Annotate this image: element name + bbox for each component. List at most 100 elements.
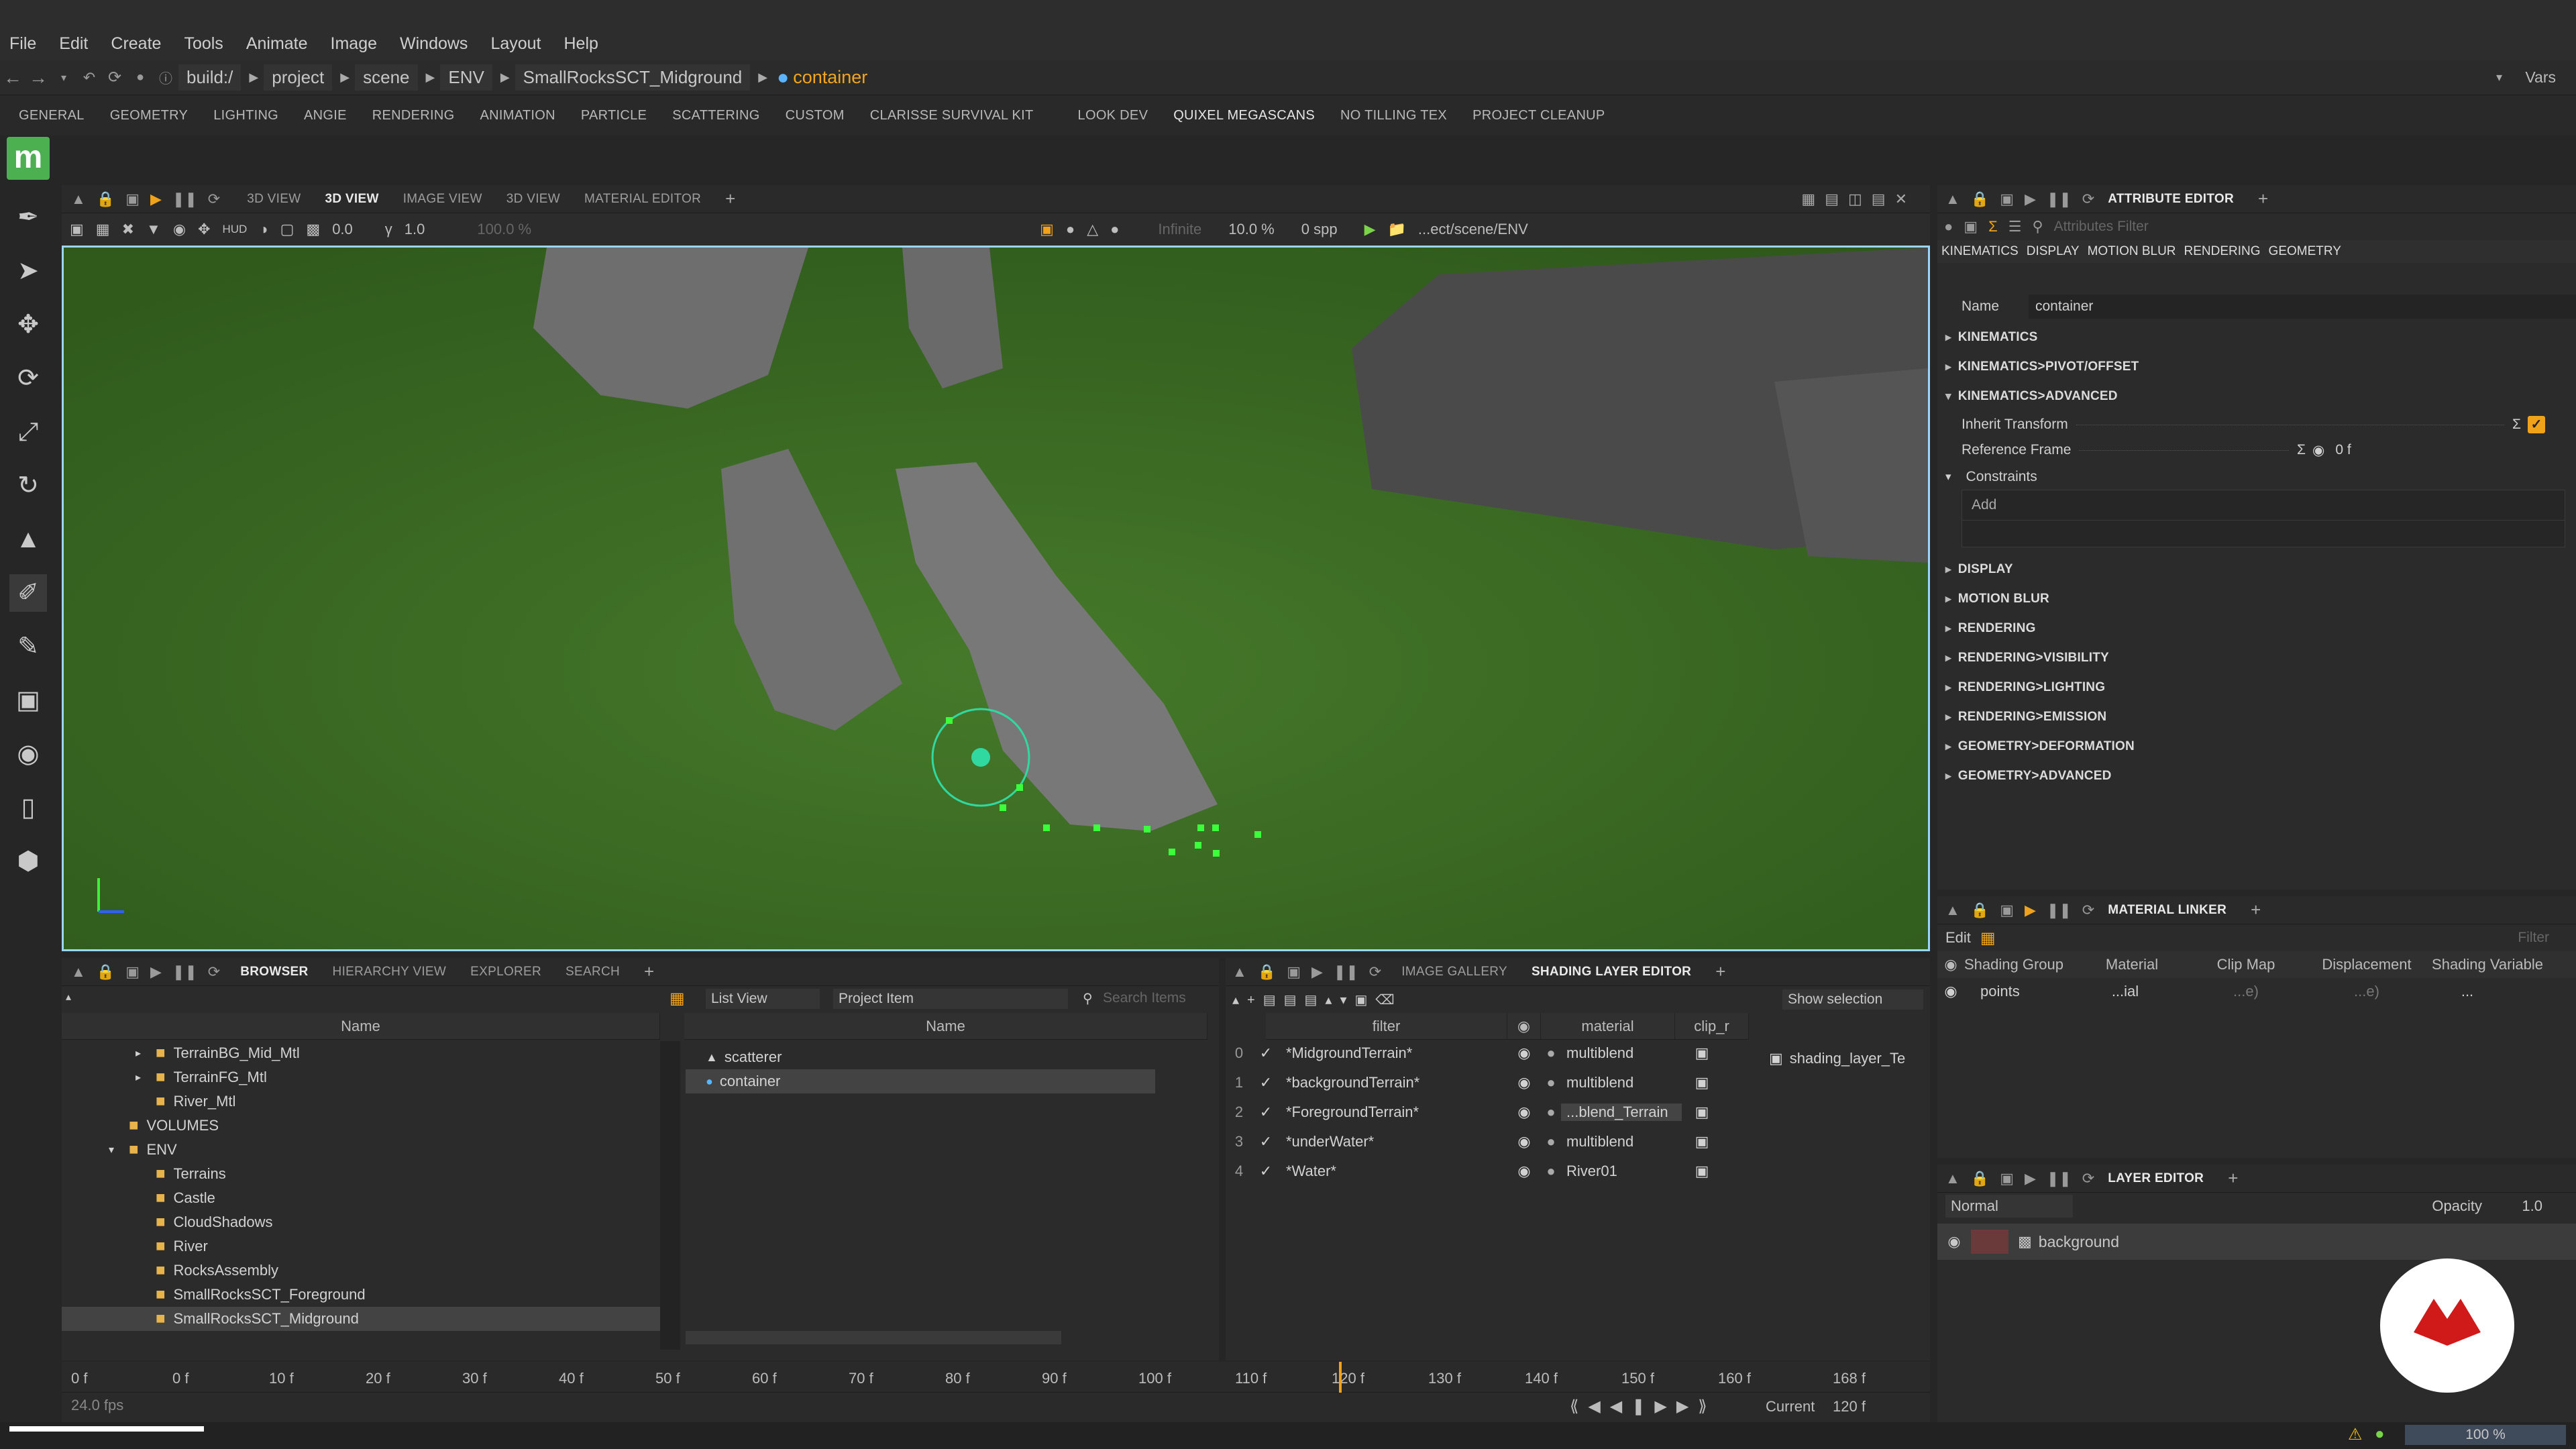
shading-row[interactable]: 4 ✓ *Water* ◉ ● River01 ▣: [1226, 1159, 1756, 1183]
stamp-icon[interactable]: ▲: [9, 521, 47, 558]
history-icon[interactable]: ▣: [1964, 218, 1978, 235]
timeline[interactable]: 0 f 0 f 10 f 20 f 30 f 40 f 50 f 60 f 70 f 80 f 9…: [62, 1362, 1930, 1422]
loop-icon[interactable]: ⟳: [208, 963, 220, 981]
ruler-icon[interactable]: ▯: [9, 789, 47, 826]
gizmo-icon[interactable]: ✥: [198, 221, 210, 238]
film-icon[interactable]: ▣: [125, 191, 140, 208]
filter-icon[interactable]: ▼: [146, 221, 161, 238]
pause-icon[interactable]: ❚❚: [2047, 902, 2072, 919]
cat-geometry[interactable]: GEOMETRY: [2269, 244, 2341, 259]
pause-icon[interactable]: ❚❚: [172, 963, 197, 981]
tab-browser[interactable]: BROWSER: [240, 965, 308, 979]
section-motion-blur[interactable]: MOTION BLUR: [1945, 585, 2569, 613]
clip-icon[interactable]: ▣: [1682, 1163, 1722, 1180]
eye-icon[interactable]: ◉: [1507, 1104, 1541, 1121]
add-tab-icon[interactable]: +: [2228, 1168, 2238, 1189]
brush-icon[interactable]: ✎: [9, 628, 47, 665]
pin-icon[interactable]: ▲: [1232, 963, 1247, 981]
refresh-icon[interactable]: ⟳: [102, 68, 127, 87]
sigma-icon[interactable]: Σ: [2297, 442, 2306, 458]
shelf-clarisse-survival-kit[interactable]: CLARISSE SURVIVAL KIT: [870, 108, 1034, 123]
shelf-look-dev[interactable]: LOOK DEV: [1078, 108, 1148, 123]
pin-icon[interactable]: ▲: [1945, 1170, 1960, 1187]
shelf-quixel-megascans[interactable]: QUIXEL MEGASCANS: [1173, 108, 1315, 123]
constraints-list[interactable]: Add: [1962, 490, 2565, 547]
row-clip[interactable]: ...e): [2186, 983, 2306, 1000]
warning-icon[interactable]: ⚠: [2348, 1425, 2363, 1444]
orbit-icon[interactable]: ↻: [9, 467, 47, 504]
scale-icon[interactable]: ⤢: [9, 413, 47, 451]
path-field[interactable]: ...ect/scene/ENV: [1418, 221, 1528, 238]
clip-icon[interactable]: ▣: [1682, 1104, 1722, 1121]
crumb-project[interactable]: project: [264, 64, 333, 91]
add-tab-icon[interactable]: +: [725, 189, 735, 209]
cat-kinematics[interactable]: KINEMATICS: [1941, 244, 2019, 259]
grid-icon[interactable]: ▦: [96, 221, 110, 238]
pause-icon[interactable]: ❚❚: [2047, 1170, 2072, 1187]
light-icon[interactable]: ●: [1110, 221, 1119, 238]
gamma-value[interactable]: 1.0: [405, 221, 425, 238]
row-disp[interactable]: ...e): [2306, 983, 2427, 1000]
filter-input[interactable]: Filter: [2518, 930, 2549, 946]
add-tab-icon[interactable]: +: [1715, 961, 1725, 982]
current-item[interactable]: container: [793, 67, 867, 88]
cat-rendering[interactable]: RENDERING: [2184, 244, 2261, 259]
add-tab-icon[interactable]: +: [2251, 900, 2261, 920]
clip-icon[interactable]: ▣: [1682, 1133, 1722, 1150]
attributes-filter-input[interactable]: Attributes Filter: [2054, 219, 2149, 235]
section-rendering[interactable]: RENDERING: [1945, 614, 2569, 643]
tree-item[interactable]: ▸ ■ TerrainBG_Mid_Mtl: [62, 1041, 660, 1065]
forward-icon[interactable]: →: [25, 67, 51, 89]
tab-image-gallery[interactable]: IMAGE GALLERY: [1401, 965, 1507, 979]
material-sphere-icon[interactable]: ●: [1541, 1074, 1561, 1091]
timeline-start-field[interactable]: 0 f: [71, 1370, 87, 1387]
shading-row[interactable]: 0 ✓ *MidgroundTerrain* ◉ ● multiblend ▣: [1226, 1041, 1756, 1065]
menu-edit[interactable]: Edit: [59, 34, 88, 54]
row-check-icon[interactable]: ✓: [1252, 1133, 1279, 1150]
material-sphere-icon[interactable]: ●: [1541, 1044, 1561, 1062]
reference-frame-field[interactable]: 0 f: [2335, 442, 2545, 458]
col-shading-variable[interactable]: Shading Variable: [2427, 956, 2548, 973]
material-sphere-icon[interactable]: ●: [1541, 1104, 1561, 1121]
col-filter[interactable]: filter: [1266, 1013, 1507, 1040]
tree-item[interactable]: ■ Terrains: [62, 1162, 660, 1186]
camera-focus-icon[interactable]: ◉: [9, 735, 47, 773]
crumb-env[interactable]: ENV: [440, 64, 492, 91]
history-dropdown-icon[interactable]: ▾: [51, 71, 76, 85]
hud-toggle[interactable]: HUD: [222, 223, 247, 236]
shelf-rendering[interactable]: RENDERING: [372, 108, 455, 123]
list-item-selected[interactable]: ● container: [686, 1069, 1155, 1093]
tab-attribute-editor[interactable]: ATTRIBUTE EDITOR: [2108, 192, 2234, 207]
eye-icon[interactable]: ◉: [1937, 983, 1964, 1000]
loop-icon[interactable]: ⟳: [2082, 1170, 2094, 1187]
lock-icon[interactable]: 🔒: [97, 963, 115, 981]
tab-3d-view-1[interactable]: 3D VIEW: [247, 192, 301, 207]
select-arrow-icon[interactable]: ➤: [9, 252, 47, 290]
add-tab-icon[interactable]: +: [2258, 189, 2268, 209]
spp-field[interactable]: 0 spp: [1301, 221, 1338, 238]
eye-icon[interactable]: ◉: [1507, 1074, 1541, 1091]
inherit-transform-checkbox[interactable]: ✓: [2528, 416, 2545, 433]
tab-image-view[interactable]: IMAGE VIEW: [403, 192, 482, 207]
section-kinematics-advanced[interactable]: KINEMATICS>ADVANCED: [1945, 382, 2569, 411]
loop-icon[interactable]: ⟳: [1369, 963, 1381, 981]
material-sphere-icon[interactable]: ●: [1541, 1163, 1561, 1180]
material-linker-row[interactable]: ◉ points ...ial ...e) ...e) ...: [1937, 978, 2576, 1005]
eye-icon[interactable]: ◉: [1507, 1163, 1541, 1180]
play-icon[interactable]: ▶: [1311, 963, 1323, 981]
folder-icon[interactable]: 📁: [1388, 221, 1406, 238]
layer-row-background[interactable]: ◉ ▩ background: [1937, 1224, 2576, 1260]
menu-create[interactable]: Create: [111, 34, 161, 54]
clip-icon[interactable]: ▣: [1682, 1044, 1722, 1062]
menu-windows[interactable]: Windows: [400, 34, 468, 54]
render-icon[interactable]: ▶: [1364, 221, 1376, 238]
blend-mode-select[interactable]: Normal: [1945, 1195, 2073, 1218]
shading-row[interactable]: 3 ✓ *underWater* ◉ ● multiblend ▣: [1226, 1130, 1756, 1154]
timeline-end-field[interactable]: 168 f: [1833, 1370, 1866, 1387]
menu-tools[interactable]: Tools: [184, 34, 223, 54]
infinite-field[interactable]: Infinite: [1158, 221, 1201, 238]
tab-material-linker[interactable]: MATERIAL LINKER: [2108, 903, 2226, 918]
back-icon[interactable]: ←: [0, 67, 25, 89]
name-field[interactable]: container: [2029, 294, 2576, 319]
stop-icon[interactable]: ●: [127, 70, 153, 85]
